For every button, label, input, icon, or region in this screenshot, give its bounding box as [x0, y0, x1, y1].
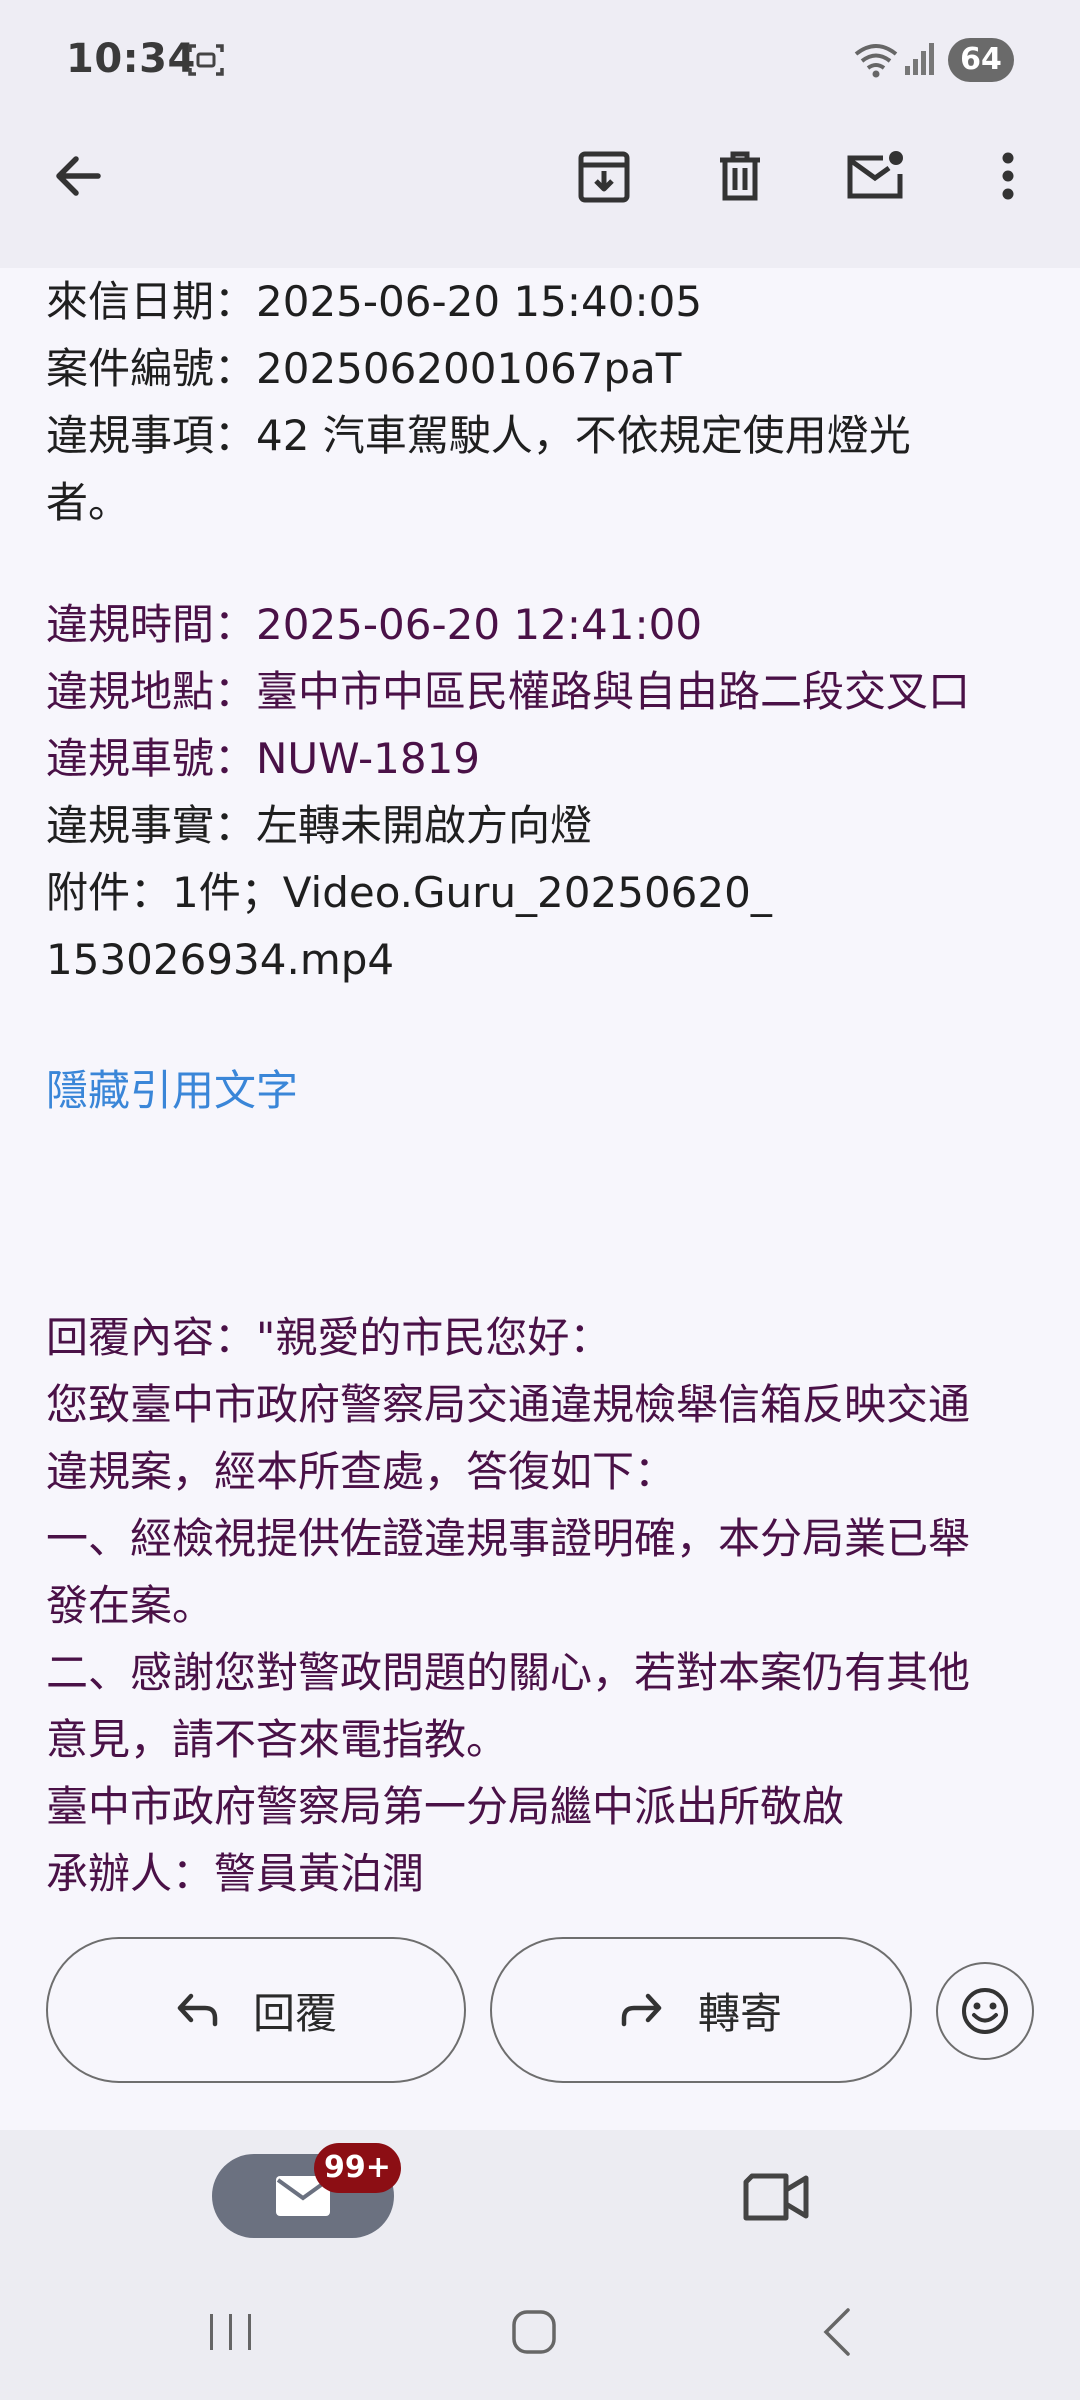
video-camera-icon [743, 2173, 809, 2221]
email-body: 來信日期：2025-06-20 15:40:05 案件編號：2025062001… [46, 268, 1046, 1907]
reply-button[interactable]: 回覆 [46, 1937, 466, 2083]
reply-label: 回覆 [252, 1988, 337, 2038]
email-line-case-id: 案件編號：2025062001067paT [46, 344, 682, 393]
emoji-reaction-button[interactable] [936, 1962, 1034, 2060]
email-line-attachment-cont: 153026934.mp4 [46, 935, 395, 984]
screenshot-icon [188, 44, 224, 76]
mail-unread-badge: 99+ [314, 2143, 401, 2193]
reply-line: 發在案。 [46, 1581, 215, 1630]
email-line-violation-time: 違規時間：2025-06-20 12:41:00 [46, 600, 703, 649]
meet-tab[interactable] [740, 2166, 814, 2228]
email-line-violation-cont: 者。 [46, 478, 131, 527]
email-line-fact: 違規事實：左轉未開啟方向燈 [46, 801, 593, 850]
reply-line: 一、經檢視提供佐證違規事證明確，本分局業已舉 [46, 1514, 971, 1563]
delete-button[interactable] [706, 142, 774, 210]
reply-line: 回覆內容："親愛的市民您好： [46, 1313, 612, 1362]
back-button[interactable] [44, 142, 112, 210]
reply-icon [177, 1993, 218, 2027]
trash-icon [720, 151, 760, 201]
recent-apps-button[interactable] [206, 2310, 256, 2354]
status-time: 10:34 [66, 36, 196, 82]
smiley-icon [962, 1988, 1008, 2034]
wifi-icon [854, 44, 898, 78]
signal-icon [905, 43, 934, 75]
reply-line: 二、感謝您對警政問題的關心，若對本案仍有其他 [46, 1648, 971, 1697]
battery-indicator: 64 [948, 38, 1014, 82]
hide-quoted-text-link[interactable]: 隱藏引用文字 [46, 1057, 1046, 1124]
reply-line: 意見，請不吝來電指教。 [46, 1715, 509, 1764]
home-button[interactable] [510, 2308, 558, 2356]
more-vert-icon [1002, 152, 1014, 200]
reply-line: 您致臺中市政府警察局交通違規檢舉信箱反映交通 [46, 1380, 971, 1429]
email-line-date: 來信日期：2025-06-20 15:40:05 [46, 277, 703, 326]
app-bar [0, 120, 1080, 268]
forward-button[interactable]: 轉寄 [490, 1937, 912, 2083]
back-arrow-icon [56, 156, 101, 196]
more-options-button[interactable] [974, 142, 1042, 210]
status-bar: 10:34 64 [0, 0, 1080, 120]
mark-unread-icon [847, 151, 903, 199]
email-line-violation: 違規事項：42 汽車駕駛人，不依規定使用燈光 [46, 411, 911, 460]
archive-icon [578, 151, 630, 203]
archive-button[interactable] [570, 142, 638, 210]
forward-icon [621, 1993, 662, 2027]
mark-unread-button[interactable] [842, 142, 910, 210]
reply-line: 承辦人：警員黃泊潤 [46, 1849, 425, 1898]
email-line-plate: 違規車號：NUW-1819 [46, 734, 481, 783]
system-back-button[interactable] [820, 2306, 854, 2358]
forward-label: 轉寄 [697, 1988, 782, 2038]
email-line-violation-place: 違規地點：臺中市中區民權路與自由路二段交叉口 [46, 667, 971, 716]
reply-line: 違規案，經本所查處，答復如下： [46, 1447, 677, 1496]
email-line-attachment: 附件：1件；Video.Guru_20250620_ [46, 868, 772, 917]
reply-line: 臺中市政府警察局第一分局繼中派出所敬啟 [46, 1782, 845, 1831]
bottom-navigation [0, 2130, 1080, 2400]
